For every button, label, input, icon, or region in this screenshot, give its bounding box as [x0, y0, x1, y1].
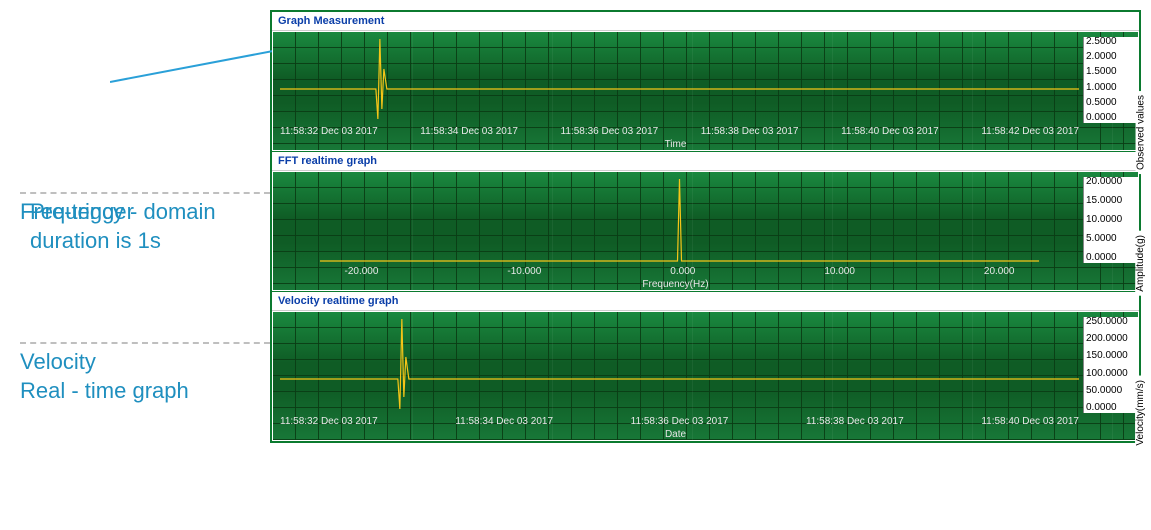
annotation-pretrigger-line2: duration is 1s	[30, 228, 161, 253]
annotation-frequency: Frequency - domain	[10, 198, 260, 227]
plot-area-velocity[interactable]: 11:58:32 Dec 03 2017 11:58:34 Dec 03 201…	[272, 311, 1139, 441]
annotation-velocity: Velocity Real - time graph	[10, 348, 260, 405]
y-label: Velocity(mm/s)	[1136, 376, 1147, 450]
x-ticks: 11:58:32 Dec 03 2017 11:58:34 Dec 03 201…	[280, 126, 1079, 137]
chart-title: Graph Measurement	[272, 12, 1139, 31]
y-label: Observed values	[1136, 91, 1147, 174]
x-ticks: -20.000 -10.000 0.000 10.000 20.000	[280, 266, 1079, 277]
y-label: Amplitude(g)	[1136, 231, 1147, 296]
trace-line	[280, 37, 1079, 123]
divider	[20, 342, 270, 344]
trace-line	[280, 317, 1079, 413]
plot-area-time[interactable]: 11:58:32 Dec 03 2017 11:58:34 Dec 03 201…	[272, 31, 1139, 151]
x-label: Time	[272, 139, 1079, 150]
chart-panel-fft: FFT realtime graph -20.000 -10.000 0.000…	[272, 152, 1139, 292]
chart-title: FFT realtime graph	[272, 152, 1139, 171]
chart-panel-velocity: Velocity realtime graph 11:58:32 Dec 03 …	[272, 292, 1139, 441]
trace-line	[280, 177, 1079, 263]
x-label: Frequency(Hz)	[272, 279, 1079, 290]
chart-title: Velocity realtime graph	[272, 292, 1139, 311]
divider	[20, 192, 270, 194]
x-ticks: 11:58:32 Dec 03 2017 11:58:34 Dec 03 201…	[280, 416, 1079, 427]
plot-area-fft[interactable]: -20.000 -10.000 0.000 10.000 20.000 Freq…	[272, 171, 1139, 291]
x-label: Date	[272, 429, 1079, 440]
chart-panel-time: Graph Measurement 11:58:32 Dec 03 2017 1…	[272, 12, 1139, 152]
chart-panel-group: Graph Measurement 11:58:32 Dec 03 2017 1…	[270, 10, 1141, 443]
